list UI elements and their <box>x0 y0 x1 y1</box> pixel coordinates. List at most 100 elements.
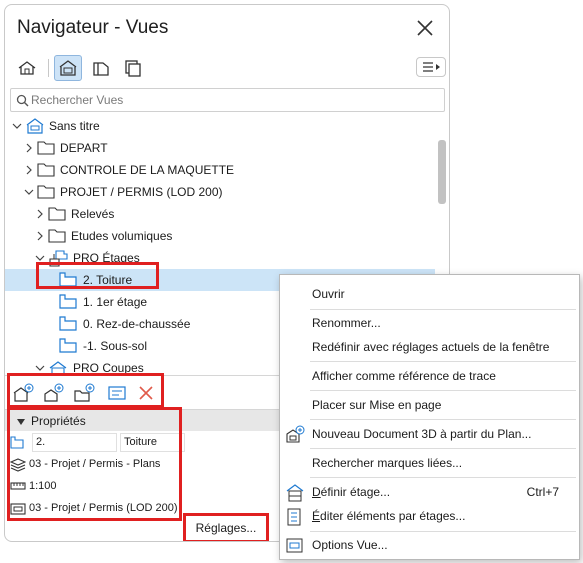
menu-item-trace-reference[interactable]: Afficher comme référence de trace <box>280 365 579 387</box>
tree-label: 0. Rez-de-chaussée <box>83 317 191 331</box>
new-view-button[interactable] <box>11 382 37 404</box>
menu-item-edit-by-story[interactable]: Éditer éléments par étages... <box>280 505 579 527</box>
mnemonic: D <box>312 485 321 499</box>
menu-separator <box>310 309 576 310</box>
tree-item-folder[interactable]: PROJET / PERMIS (LOD 200) <box>5 181 435 203</box>
settings-button[interactable]: Réglages... <box>188 517 264 539</box>
menu-separator <box>310 448 576 449</box>
new-folder-icon <box>74 383 95 402</box>
floor-plan-icon <box>10 436 24 449</box>
toolbar-separator <box>48 59 49 77</box>
project-map-button[interactable] <box>13 55 41 81</box>
menu-shortcut: Ctrl+7 <box>526 485 559 499</box>
close-button[interactable] <box>411 14 439 42</box>
tree-label: PRO Coupes <box>73 361 144 373</box>
folder-icon <box>48 229 66 243</box>
define-story-icon <box>286 484 304 502</box>
delete-icon <box>139 386 153 400</box>
folder-icon <box>37 163 55 177</box>
hamburger-icon <box>423 62 440 72</box>
chevron-right-icon[interactable] <box>24 165 34 175</box>
layers-icon <box>10 458 26 472</box>
scroll-thumb[interactable] <box>438 140 446 204</box>
clone-view-button[interactable] <box>41 382 67 404</box>
chevron-down-icon[interactable] <box>35 253 45 263</box>
menu-item-define-story[interactable]: Définir étage... Ctrl+7 <box>280 481 579 503</box>
tree-label: DEPART <box>60 141 108 155</box>
tree-label: PRO Étages <box>73 251 140 265</box>
house-icon <box>18 61 36 75</box>
floor-plan-icon <box>59 272 77 287</box>
edit-by-story-icon <box>287 508 301 526</box>
settings-list-icon <box>108 386 126 400</box>
publisher-icon <box>125 60 141 77</box>
menu-item-place-on-layout[interactable]: Placer sur Mise en page <box>280 394 579 416</box>
tree-label: Sans titre <box>49 119 100 133</box>
delete-button[interactable] <box>133 382 159 404</box>
new-view-icon <box>13 383 34 402</box>
floor-plan-icon <box>59 338 77 353</box>
section-folder-icon <box>49 361 67 373</box>
floor-plan-icon <box>59 316 77 331</box>
model-view-value: 03 - Projet / Permis (LOD 200) <box>29 502 178 514</box>
new-folder-button[interactable] <box>72 382 98 404</box>
context-menu: Ouvrir Renommer... Redéfinir avec réglag… <box>279 274 580 560</box>
menu-item-new-3d-document[interactable]: Nouveau Document 3D à partir du Plan... <box>280 423 579 445</box>
tree-item-folder[interactable]: CONTROLE DE LA MAQUETTE <box>5 159 435 181</box>
tree-item-folder[interactable]: Relevés <box>5 203 435 225</box>
chevron-down-icon[interactable] <box>35 363 45 373</box>
folder-icon <box>37 185 55 199</box>
menu-separator <box>310 390 576 391</box>
new-3d-document-icon <box>286 425 305 443</box>
menu-separator <box>310 531 576 532</box>
view-settings-button[interactable] <box>104 382 130 404</box>
menu-item-rename[interactable]: Renommer... <box>280 312 579 334</box>
search-box <box>10 88 445 112</box>
chevron-down-icon[interactable] <box>16 417 26 427</box>
clone-view-icon <box>44 383 64 402</box>
chevron-down-icon[interactable] <box>24 187 34 197</box>
tree-item-folder[interactable]: Etudes volumiques <box>5 225 435 247</box>
menu-item-open[interactable]: Ouvrir <box>280 283 579 305</box>
view-map-button[interactable] <box>54 55 82 81</box>
menu-separator <box>310 477 576 478</box>
tree-label: Etudes volumiques <box>71 229 173 243</box>
menu-item-find-linked-markers[interactable]: Rechercher marques liées... <box>280 452 579 474</box>
view-map-icon <box>26 118 44 134</box>
tree-label: -1. Sous-sol <box>83 339 148 353</box>
tree-label: CONTROLE DE LA MAQUETTE <box>60 163 235 177</box>
tree-item-root[interactable]: Sans titre <box>5 115 435 137</box>
model-view-icon <box>10 503 26 515</box>
view-mode-toolbar <box>13 55 446 83</box>
chevron-down-icon[interactable] <box>12 121 22 131</box>
story-folder-icon <box>49 250 68 267</box>
view-id-field[interactable]: 2. <box>32 433 117 452</box>
view-options-icon <box>286 538 303 553</box>
publisher-sets-button[interactable] <box>119 55 147 81</box>
menu-item-view-options[interactable]: Options Vue... <box>280 534 579 556</box>
properties-title: Propriétés <box>31 414 86 428</box>
search-icon <box>16 94 29 107</box>
chevron-right-icon[interactable] <box>35 231 45 241</box>
search-input[interactable] <box>31 91 431 109</box>
options-menu-button[interactable] <box>416 57 446 77</box>
tree-item-stories[interactable]: PRO Étages <box>5 247 435 269</box>
scale-value: 1:100 <box>29 480 57 492</box>
menu-separator <box>310 361 576 362</box>
chevron-right-icon[interactable] <box>24 143 34 153</box>
floor-plan-icon <box>59 294 77 309</box>
mnemonic: É <box>312 509 321 523</box>
menu-label-rest: diter éléments par étages... <box>320 509 466 523</box>
layout-book-button[interactable] <box>87 55 115 81</box>
tree-label: 1. 1er étage <box>83 295 148 309</box>
close-icon <box>417 20 433 36</box>
view-name-field[interactable]: Toiture <box>120 433 185 452</box>
layer-combination-value: 03 - Projet / Permis - Plans <box>29 458 161 470</box>
menu-item-redefine[interactable]: Redéfinir avec réglages actuels de la fe… <box>280 336 579 358</box>
window-title: Navigateur - Vues <box>17 17 169 38</box>
chevron-right-icon[interactable] <box>35 209 45 219</box>
menu-label-rest: éfinir étage... <box>320 485 391 499</box>
tree-label: PROJET / PERMIS (LOD 200) <box>60 185 223 199</box>
tree-item-folder[interactable]: DEPART <box>5 137 435 159</box>
folder-icon <box>37 141 55 155</box>
